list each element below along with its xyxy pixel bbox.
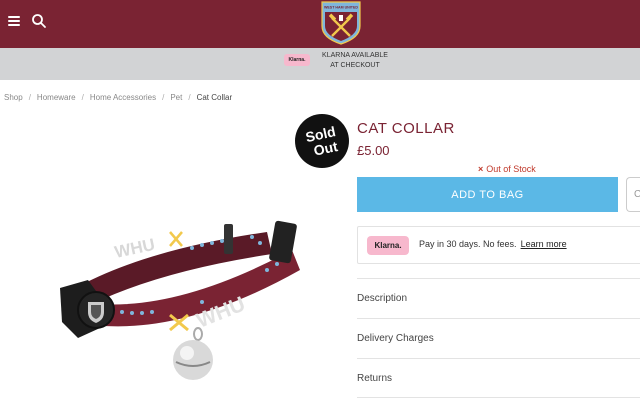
sold-out-badge: Sold Out — [295, 114, 349, 168]
wishlist-button[interactable]: C — [626, 177, 640, 212]
klarna-message-box: Klarna. Pay in 30 days. No fees. Learn mo… — [357, 226, 640, 264]
product-title: CAT COLLAR — [357, 120, 455, 137]
breadcrumb-separator: / — [162, 93, 165, 102]
breadcrumb-home-accessories[interactable]: Home Accessories — [90, 93, 156, 102]
breadcrumb-pet[interactable]: Pet — [170, 93, 182, 102]
hammers-icon — [169, 231, 183, 247]
close-icon: × — [478, 164, 484, 174]
crest-text: WEST HAM UNITED — [324, 6, 358, 10]
add-to-bag-button[interactable]: ADD TO BAG — [357, 177, 618, 212]
search-icon[interactable] — [31, 13, 47, 29]
accordion-returns[interactable]: Returns — [357, 358, 640, 398]
breadcrumb-shop[interactable]: Shop — [4, 93, 23, 102]
breadcrumb: Shop / Homeware / Home Accessories / Pet / Cat C… — [4, 93, 232, 102]
stock-status-text: Out of Stock — [486, 164, 536, 174]
breadcrumb-separator: / — [81, 93, 84, 102]
stock-status: × Out of Stock — [478, 164, 536, 174]
breadcrumb-separator: / — [188, 93, 191, 102]
learn-more-link[interactable]: Learn more — [521, 239, 567, 249]
promo-line-1: KLARNA AVAILABLE — [322, 52, 388, 59]
site-header: WEST HAM UNITED — [0, 0, 640, 48]
accordion-delivery-charges[interactable]: Delivery Charges — [357, 318, 640, 358]
klarna-message-text: Pay in 30 days. No fees. — [419, 239, 517, 249]
product-price: £5.00 — [357, 143, 390, 158]
promo-line-2: AT CHECKOUT — [330, 62, 380, 69]
breadcrumb-separator: / — [28, 93, 31, 102]
klarna-logo: Klarna. — [367, 236, 409, 255]
klarna-message: Pay in 30 days. No fees. Learn more — [419, 239, 567, 249]
accordion-description[interactable]: Description — [357, 278, 640, 318]
club-crest-logo[interactable]: WEST HAM UNITED — [319, 0, 363, 45]
promo-text: KLARNA AVAILABLE AT CHECKOUT — [300, 51, 410, 71]
breadcrumb-current: Cat Collar — [196, 93, 233, 102]
product-image-cat-collar[interactable]: WHU WHU — [52, 210, 317, 390]
hamburger-icon[interactable] — [8, 16, 20, 26]
breadcrumb-homeware[interactable]: Homeware — [37, 93, 76, 102]
